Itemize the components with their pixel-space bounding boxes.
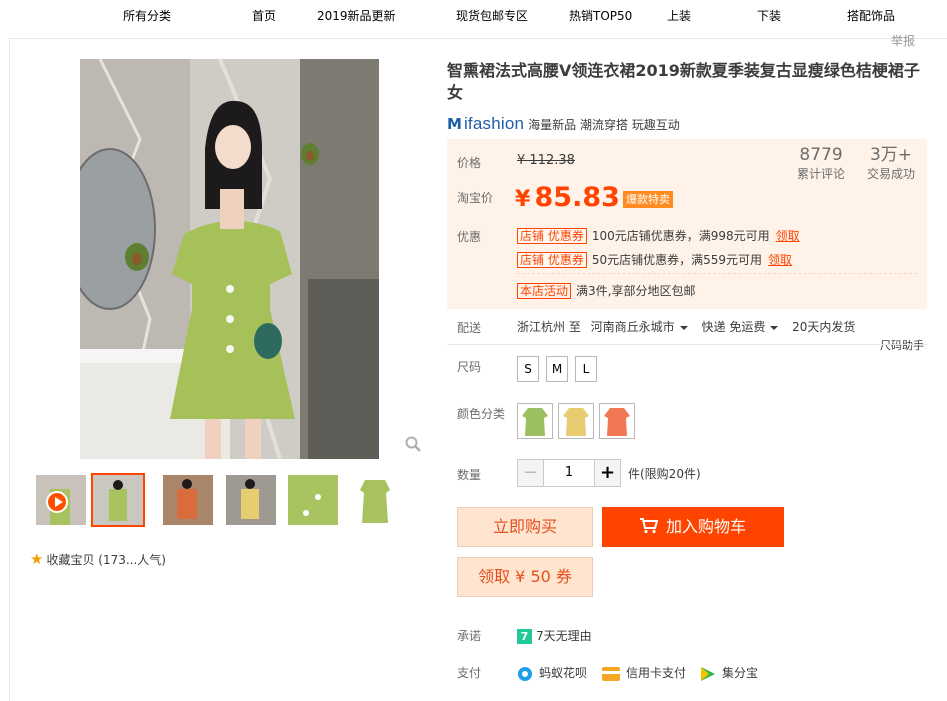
seven-days-icon: 7 (517, 629, 532, 644)
main-product-image[interactable] (80, 59, 379, 459)
activity-tag: 本店活动 (517, 283, 572, 299)
favorite-button[interactable]: ★ 收藏宝贝 (173...人气) (30, 550, 166, 568)
price-box: 价格 ¥ 112.38 淘宝价 ¥ 85.83 爆款特卖 8779 累计评论 3… (447, 139, 927, 309)
brand-tags: 海量新品 潮流穿搭 玩趣互动 (528, 118, 680, 132)
top-nav: 所有分类 首页 2019新品更新 现货包邮专区 热销TOP50 上装 下装 搭配… (0, 0, 947, 32)
thumbnail-video[interactable] (36, 475, 86, 525)
add-to-cart-label: 加入购物车 (665, 517, 746, 536)
star-icon: ★ (30, 550, 44, 568)
size-option-l[interactable]: L (575, 356, 597, 382)
coupon-text: 100元店铺优惠券，满998元可用 (591, 229, 770, 243)
thumbnail-5[interactable] (350, 475, 400, 525)
get-coupon-button[interactable]: 领取 ¥ 50 券 (457, 557, 593, 597)
nav-new-2019[interactable]: 2019新品更新 (317, 7, 396, 24)
brand-line: Mifashion 海量新品 潮流穿搭 玩趣互动 (447, 114, 680, 134)
delivery-from: 浙江杭州 至 (517, 320, 581, 334)
quantity-decrease-button[interactable]: − (517, 459, 544, 487)
chevron-down-icon (679, 325, 688, 330)
promise-text: 7天无理由 (536, 629, 592, 643)
favorite-label: 收藏宝贝 (173...人气) (46, 553, 166, 567)
nav-top50[interactable]: 热销TOP50 (569, 7, 632, 24)
price-label: 价格 (457, 156, 482, 170)
activity-row: 本店活动 满3件,享部分地区包邮 (517, 282, 695, 299)
payment-jifenbao[interactable]: 集分宝 (700, 664, 758, 682)
zoom-icon[interactable] (404, 435, 422, 453)
sales-stat: 3万+ 交易成功 (867, 145, 916, 181)
coupon-row-1: 店铺 优惠券 100元店铺优惠券，满998元可用 领取 (517, 227, 800, 244)
payment-label: 支付 (457, 666, 482, 680)
color-label: 颜色分类 (457, 407, 506, 421)
buy-now-button[interactable]: 立即购买 (457, 507, 593, 547)
report-link[interactable]: 举报 (891, 32, 915, 49)
get-coupon-link[interactable]: 领取 (776, 229, 800, 243)
payment-huabei[interactable]: 蚂蚁花呗 (517, 664, 587, 682)
coupon-tag: 店铺 优惠券 (517, 228, 587, 244)
ifashion-logo-icon: M (447, 115, 462, 133)
delivery-info: 浙江杭州 至 河南商丘永城市 快递 免运费 20天内发货 (517, 318, 855, 335)
divider (447, 344, 927, 345)
reviews-stat[interactable]: 8779 累计评论 (797, 145, 845, 182)
size-helper-link[interactable]: 尺码助手 (880, 337, 924, 353)
hot-sale-badge: 爆款特卖 (623, 191, 673, 208)
taobao-price-label: 淘宝价 (457, 191, 494, 205)
nav-home[interactable]: 首页 (252, 7, 276, 24)
quantity-input[interactable]: 1 (543, 459, 595, 487)
nav-all-categories[interactable]: 所有分类 (123, 7, 171, 24)
nav-accessories[interactable]: 搭配饰品 (847, 7, 895, 24)
quantity-label: 数量 (457, 468, 482, 482)
quantity-limit: 件(限购20件) (628, 467, 701, 481)
coupon-text: 50元店铺优惠券，满559元可用 (591, 253, 763, 267)
current-price: ¥ 85.83 (515, 182, 620, 213)
size-option-m[interactable]: M (546, 356, 568, 382)
size-option-s[interactable]: S (517, 356, 539, 382)
nav-bottoms[interactable]: 下装 (757, 7, 781, 24)
get-coupon-link[interactable]: 领取 (768, 253, 792, 267)
thumbnail-1[interactable] (91, 473, 145, 527)
coupon-tag: 店铺 优惠券 (517, 252, 587, 268)
delivery-destination-select[interactable]: 河南商丘永城市 (591, 320, 698, 334)
color-option-yellow[interactable] (558, 403, 594, 439)
shipping-method-select[interactable]: 快递 免运费 (702, 320, 789, 334)
promotion-label: 优惠 (457, 230, 482, 244)
huabei-icon (518, 666, 532, 681)
coupon-row-2: 店铺 优惠券 50元店铺优惠券，满559元可用 领取 (517, 251, 792, 268)
chevron-down-icon (770, 325, 779, 330)
thumbnail-3[interactable] (226, 475, 276, 525)
jifenbao-icon (701, 666, 715, 681)
delivery-label: 配送 (457, 321, 482, 335)
cart-icon (639, 518, 659, 534)
nav-free-shipping[interactable]: 现货包邮专区 (456, 7, 528, 24)
divider (517, 273, 917, 274)
thumbnail-4[interactable] (288, 475, 338, 525)
payment-credit-card[interactable]: 信用卡支付 (602, 664, 686, 681)
add-to-cart-button[interactable]: 加入购物车 (602, 507, 784, 547)
promise-label: 承诺 (457, 629, 482, 643)
color-option-green[interactable] (517, 403, 553, 439)
play-icon (46, 491, 68, 513)
size-label: 尺码 (457, 360, 482, 374)
activity-text: 满3件,享部分地区包邮 (576, 284, 696, 298)
nav-tops[interactable]: 上装 (667, 7, 691, 24)
promise-item[interactable]: 7 7天无理由 (517, 627, 592, 644)
color-option-orange[interactable] (599, 403, 635, 439)
product-title: 智熏裙法式高腰V领连衣裙2019新款夏季装复古显瘦绿色桔梗裙子女 (447, 61, 920, 102)
credit-card-icon (602, 666, 620, 681)
delivery-eta: 20天内发货 (792, 320, 856, 334)
original-price: ¥ 112.38 (517, 153, 575, 168)
thumbnail-2[interactable] (163, 475, 213, 525)
quantity-increase-button[interactable]: + (594, 459, 621, 487)
brand-logo-text[interactable]: ifashion (464, 114, 524, 133)
